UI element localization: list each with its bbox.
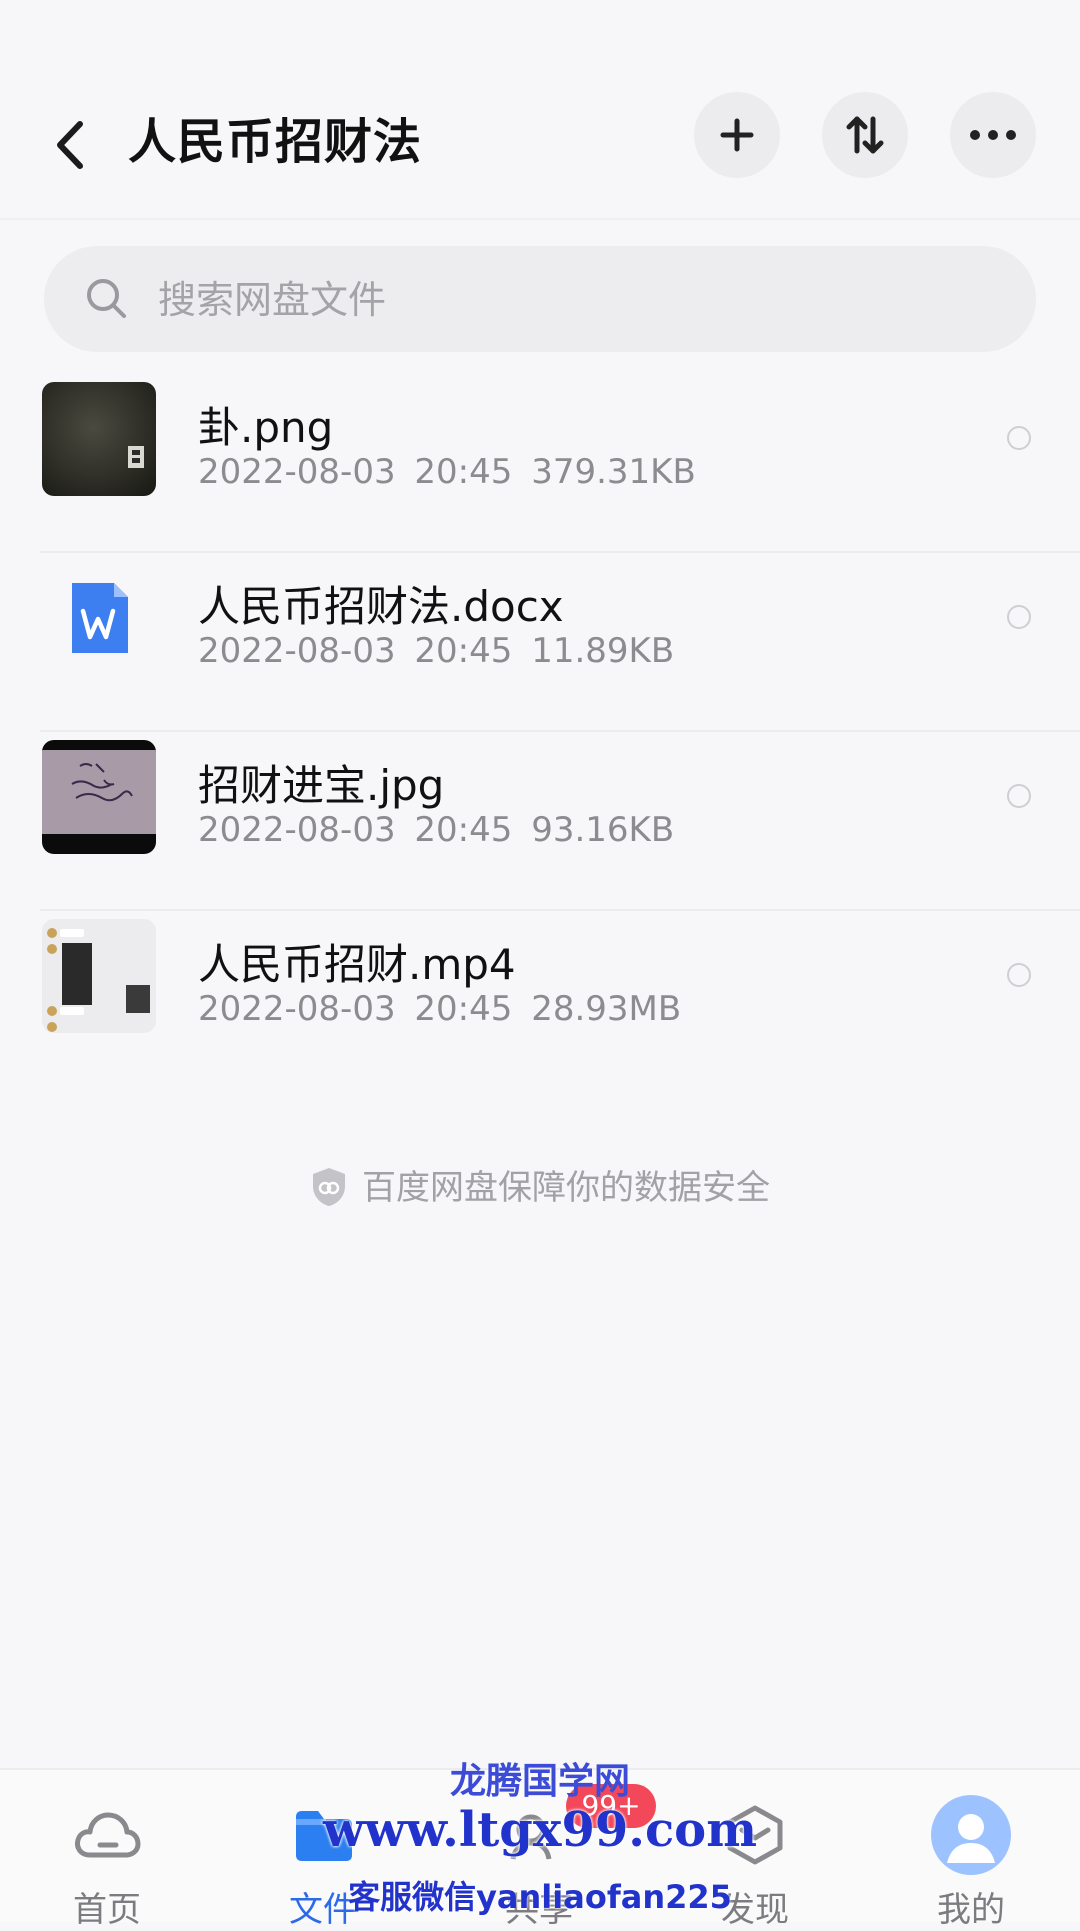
file-thumbnail xyxy=(42,919,156,1033)
file-name: 卦.png xyxy=(198,403,334,452)
search-icon xyxy=(87,279,126,318)
select-radio[interactable] xyxy=(1007,605,1031,629)
file-thumbnail xyxy=(42,740,156,854)
file-time: 20:45 xyxy=(414,810,513,850)
watermark-site-name: 龙腾国学网 xyxy=(449,1760,630,1802)
sort-icon xyxy=(846,116,884,154)
search-input[interactable] xyxy=(156,268,980,332)
file-row[interactable]: 招财进宝.jpg 2022-08-03 20:45 93.16KB xyxy=(0,732,1080,911)
file-meta: 2022-08-03 20:45 28.93MB xyxy=(198,989,681,1029)
file-meta: 2022-08-03 20:45 93.16KB xyxy=(198,810,674,850)
select-radio[interactable] xyxy=(1007,426,1031,450)
search-bar[interactable] xyxy=(44,246,1036,352)
file-row[interactable]: 人民币招财.mp4 2022-08-03 20:45 28.93MB xyxy=(0,911,1080,1090)
plus-icon xyxy=(720,118,754,152)
file-name: 人民币招财.mp4 xyxy=(198,940,516,989)
file-date: 2022-08-03 xyxy=(198,989,396,1029)
file-size: 379.31KB xyxy=(531,452,696,492)
file-list: 卦.png 2022-08-03 20:45 379.31KB 人民币招财法.d… xyxy=(0,374,1080,1090)
sort-button[interactable] xyxy=(822,92,908,178)
file-thumbnail xyxy=(42,382,156,496)
back-button[interactable] xyxy=(48,110,92,180)
file-date: 2022-08-03 xyxy=(198,810,396,850)
file-name: 招财进宝.jpg xyxy=(198,761,445,810)
file-date: 2022-08-03 xyxy=(198,452,396,492)
more-button[interactable] xyxy=(950,92,1036,178)
file-time: 20:45 xyxy=(414,452,513,492)
chevron-left-icon xyxy=(57,121,83,169)
file-time: 20:45 xyxy=(414,989,513,1029)
file-date: 2022-08-03 xyxy=(198,631,396,671)
select-radio[interactable] xyxy=(1007,963,1031,987)
more-icon xyxy=(970,130,1016,140)
file-meta: 2022-08-03 20:45 11.89KB xyxy=(198,631,674,671)
security-note-text: 百度网盘保障你的数据安全 xyxy=(362,1168,770,1208)
select-radio[interactable] xyxy=(1007,784,1031,808)
file-time: 20:45 xyxy=(414,631,513,671)
file-size: 93.16KB xyxy=(531,810,675,850)
security-note: 百度网盘保障你的数据安全 xyxy=(0,1160,1080,1211)
page-title: 人民币招财法 xyxy=(128,114,423,170)
add-button[interactable] xyxy=(694,92,780,178)
watermark-url: www.ltgx99.com xyxy=(323,1802,757,1858)
header-divider xyxy=(0,218,1080,220)
word-doc-icon xyxy=(42,561,156,675)
top-bar: 人民币招财法 xyxy=(0,60,1080,210)
watermark-contact: 客服微信yanliaofan225 xyxy=(348,1878,732,1916)
shield-icon xyxy=(313,1167,345,1206)
file-row[interactable]: 人民币招财法.docx 2022-08-03 20:45 11.89KB xyxy=(0,553,1080,732)
file-row[interactable]: 卦.png 2022-08-03 20:45 379.31KB xyxy=(0,374,1080,553)
file-size: 11.89KB xyxy=(531,631,675,671)
file-size: 28.93MB xyxy=(531,989,682,1029)
file-meta: 2022-08-03 20:45 379.31KB xyxy=(198,452,696,492)
file-name: 人民币招财法.docx xyxy=(198,582,564,631)
